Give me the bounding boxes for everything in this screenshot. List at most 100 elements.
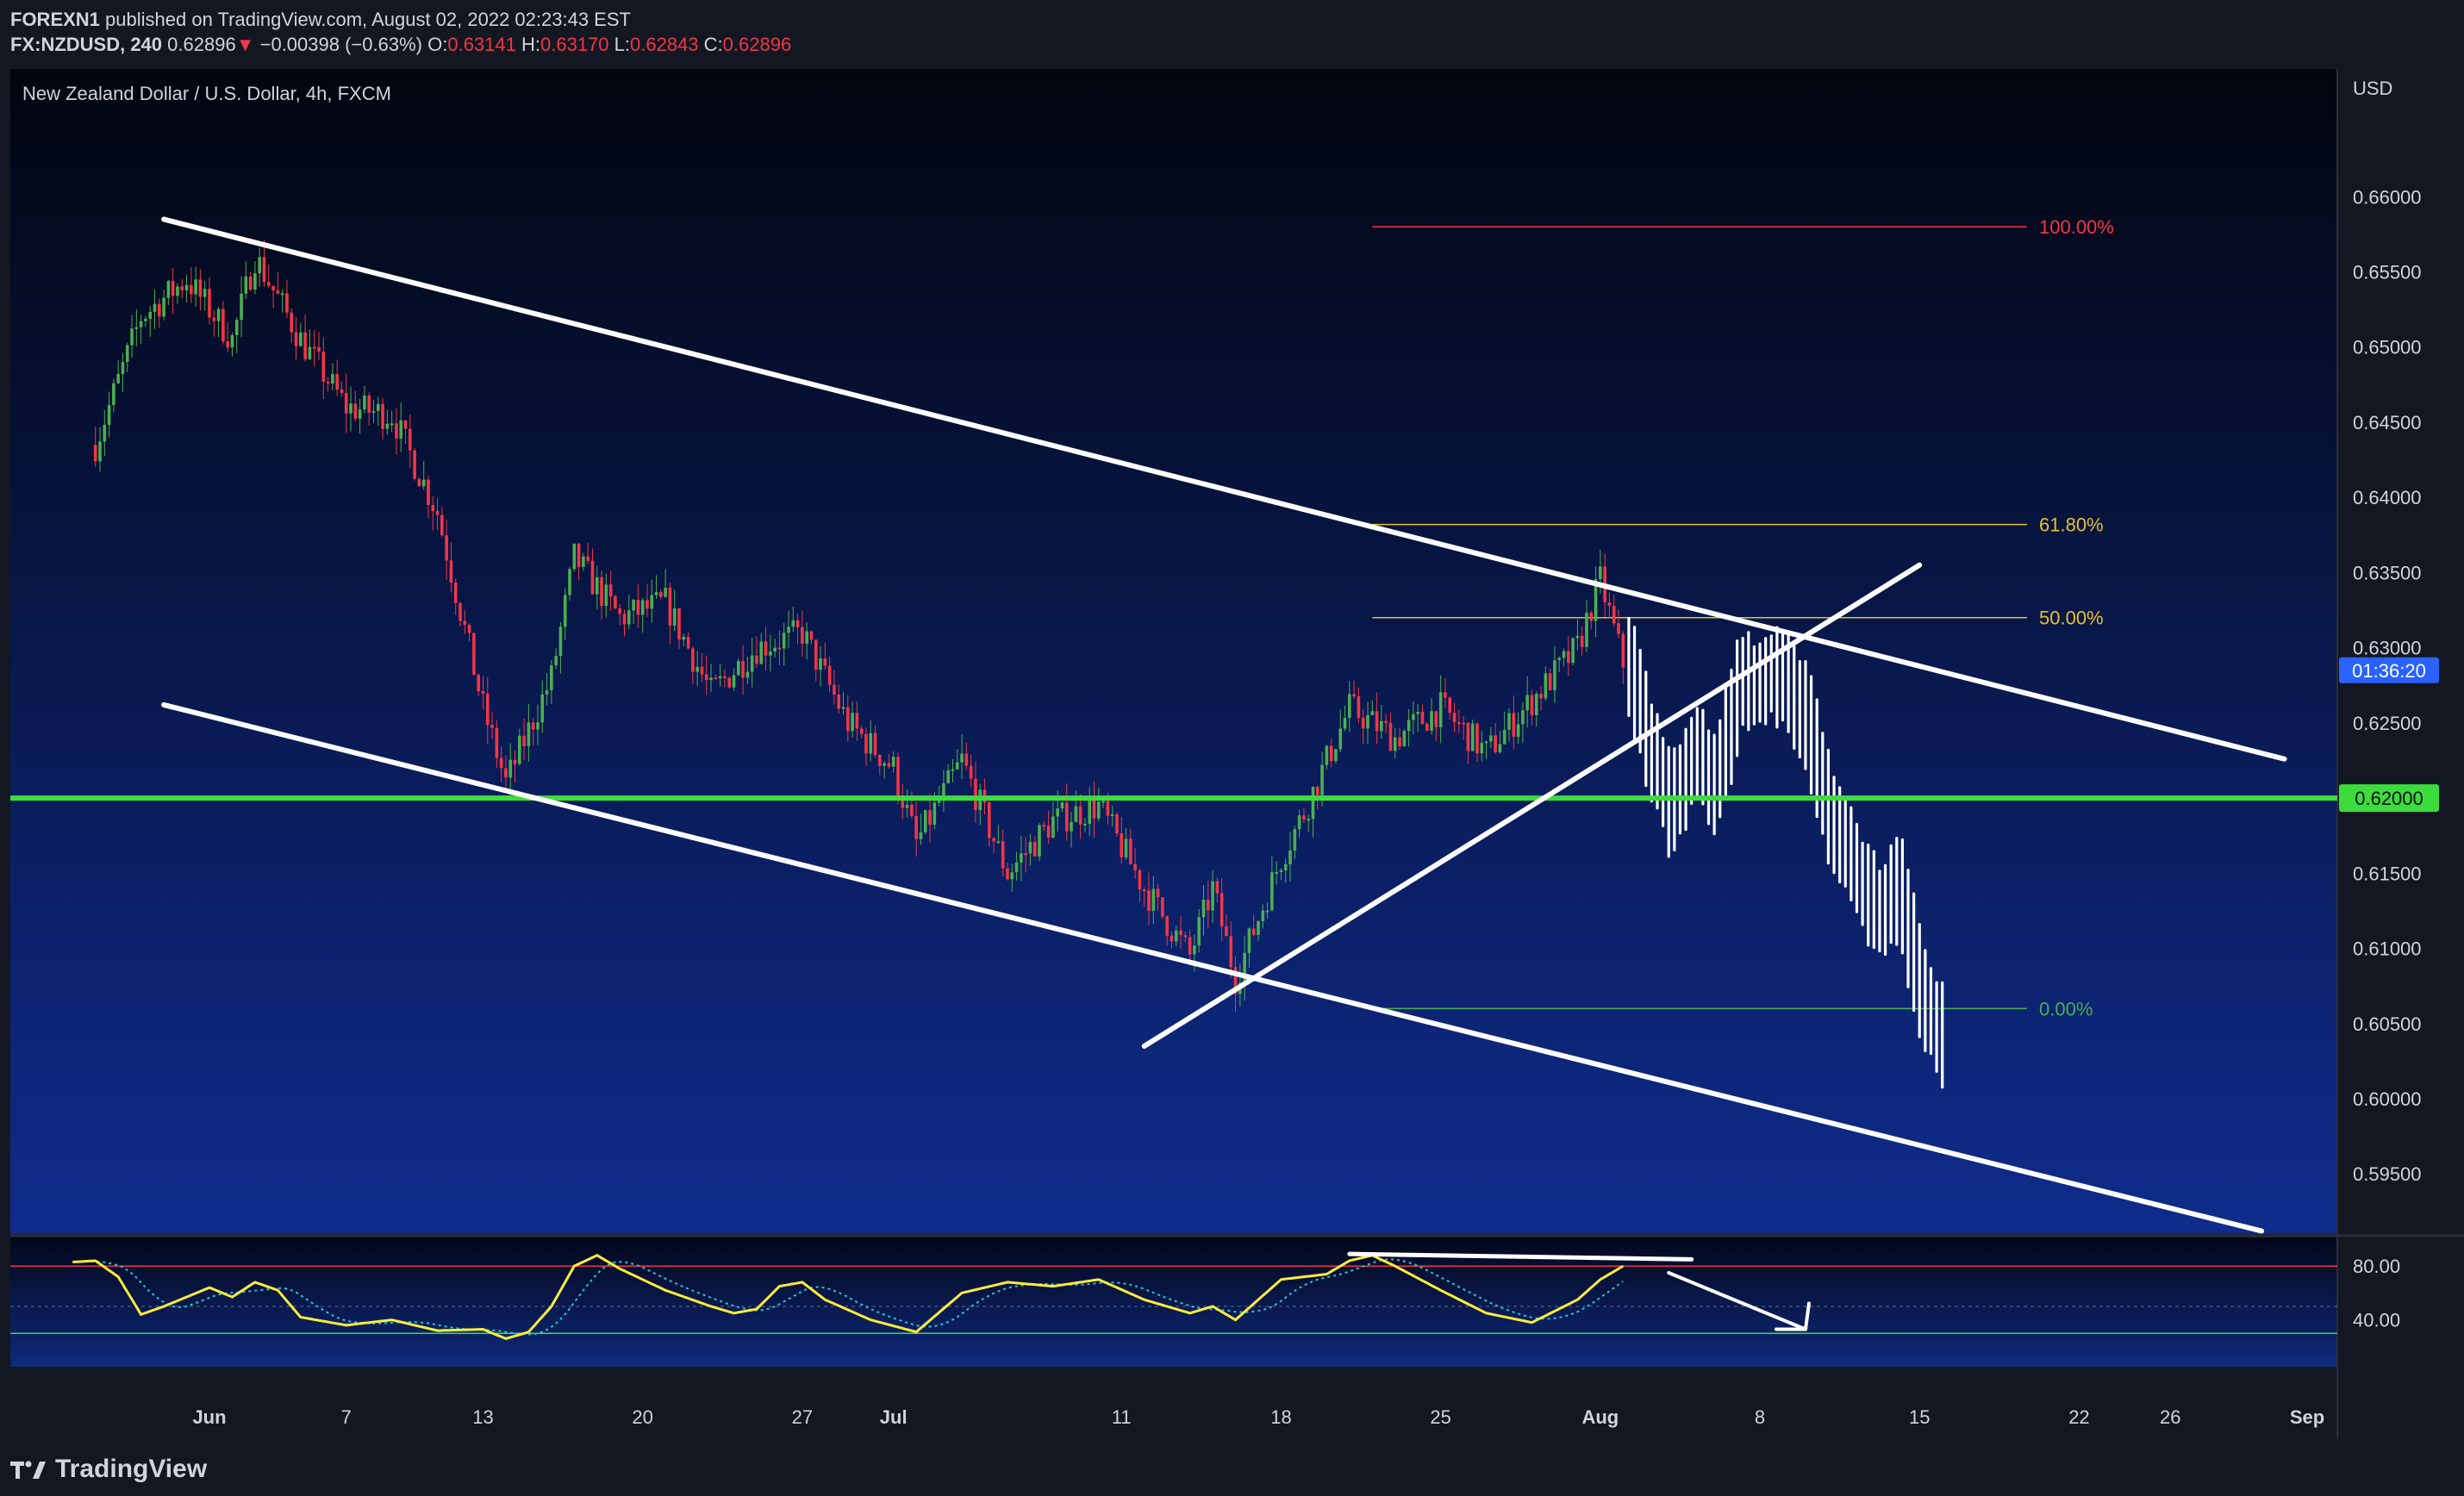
candle-body <box>421 479 426 487</box>
price-tick-label: 0.63000 <box>2353 638 2422 659</box>
time-axis[interactable]: Jun 7 13 20 27 Jul 11 18 25 Aug 8 15 22 26 Sep <box>192 1406 2324 1428</box>
candle-body <box>887 763 891 767</box>
candle-body <box>586 556 589 561</box>
candle-body <box>299 332 303 346</box>
candle-body <box>1129 838 1132 864</box>
rsi-tick-label: 80.00 <box>2353 1256 2400 1277</box>
candle-body <box>258 257 262 274</box>
candle-body <box>1480 742 1484 754</box>
candle-body <box>769 651 772 656</box>
price-tick-label: 0.65500 <box>2353 262 2422 284</box>
tradingview-logo[interactable]: TradingView <box>10 1455 207 1484</box>
candle-body <box>759 641 764 664</box>
candle-body <box>184 284 189 290</box>
candle-body <box>508 759 513 778</box>
candle-body <box>395 423 398 439</box>
candle-body <box>1393 737 1397 751</box>
candle-body <box>700 666 704 675</box>
candle-body <box>112 383 115 405</box>
candle-body <box>381 403 384 429</box>
candle-body <box>1525 695 1529 711</box>
candle-body <box>499 757 503 769</box>
candle-body <box>208 289 211 318</box>
candle-body <box>664 588 667 597</box>
price-tick-label: 0.60000 <box>2353 1088 2422 1110</box>
candle-body <box>312 346 316 349</box>
candle-body <box>216 309 221 321</box>
time-tick-label: 18 <box>1270 1406 1291 1428</box>
candle-body <box>809 631 814 640</box>
candle-body <box>841 707 845 709</box>
candle-body <box>1430 711 1433 731</box>
candle-body <box>869 732 873 754</box>
candle-body <box>1220 893 1224 926</box>
candle-body <box>833 684 836 695</box>
candle-body <box>604 584 608 607</box>
candle-body <box>1357 696 1361 718</box>
price-axis[interactable]: 0.66000 0.65500 0.65000 0.64500 0.64000 0.635… <box>2353 186 2422 1185</box>
candle-body <box>1470 723 1475 751</box>
time-tick-label: Sep <box>2290 1406 2324 1428</box>
candle-body <box>891 757 895 767</box>
price-tick-label: 0.64500 <box>2353 412 2422 433</box>
candle-body <box>103 425 107 442</box>
candle-body <box>1092 799 1096 819</box>
candle-body <box>1420 712 1425 725</box>
candle-body <box>1315 787 1319 795</box>
candle-body <box>795 620 800 627</box>
rsi-tick-label: 40.00 <box>2353 1310 2400 1331</box>
candle-body <box>1101 801 1105 803</box>
candle-body <box>919 832 923 839</box>
candle-body <box>176 286 179 296</box>
time-tick-label: 25 <box>1430 1406 1450 1428</box>
candle-body <box>996 841 1001 844</box>
candle-body <box>1064 802 1069 832</box>
candle-body <box>518 735 521 764</box>
candle-body <box>1302 815 1306 820</box>
candle-body <box>1032 842 1037 857</box>
candle-body <box>646 600 649 609</box>
candle-body <box>125 345 129 363</box>
candle-body <box>1170 935 1174 942</box>
candle-body <box>1489 735 1493 742</box>
candle-body <box>93 445 97 462</box>
candle-body <box>1247 928 1251 953</box>
candle-body <box>691 648 695 672</box>
candle-body <box>1544 673 1548 699</box>
candle-body <box>1388 723 1393 751</box>
candle-body <box>590 560 595 595</box>
time-tick-label: 11 <box>1112 1406 1132 1428</box>
candle-body <box>677 608 681 640</box>
candle-body <box>864 733 868 754</box>
candle-body <box>1580 635 1584 647</box>
candle-body <box>1557 658 1562 661</box>
tradingview-chart-screenshot: FOREXN1 published on TradingView.com, Au… <box>0 0 2464 1496</box>
candle-body <box>1201 900 1206 918</box>
candle-body <box>358 409 362 419</box>
candle-body <box>1438 692 1443 727</box>
candle-body <box>964 753 969 766</box>
candle-body <box>1370 711 1375 715</box>
candle-body <box>431 505 435 512</box>
candle-body <box>791 620 795 627</box>
candle-body <box>413 450 416 479</box>
time-tick-label: 26 <box>2160 1406 2180 1428</box>
candle-body <box>946 770 950 783</box>
candle-body <box>326 381 330 384</box>
time-tick-label: 15 <box>1909 1406 1930 1428</box>
fib-level-label: 100.00% <box>2039 216 2114 238</box>
candle-body <box>704 674 708 681</box>
candle-body <box>1270 872 1274 911</box>
chart-canvas[interactable]: 100.00% 61.80% 50.00% 0.00% 0.62000 01:36:20… <box>0 0 2464 1496</box>
candle-body <box>1051 816 1055 838</box>
candle-body <box>960 753 964 763</box>
candle-body <box>554 656 558 666</box>
candle-body <box>1283 863 1288 870</box>
candle-body <box>1251 928 1256 935</box>
candle-body <box>1229 936 1233 968</box>
candle-body <box>139 321 143 327</box>
candle-body <box>1120 833 1124 857</box>
candle-body <box>672 608 677 626</box>
candle-body <box>1261 910 1265 922</box>
candle-body <box>1366 714 1369 729</box>
